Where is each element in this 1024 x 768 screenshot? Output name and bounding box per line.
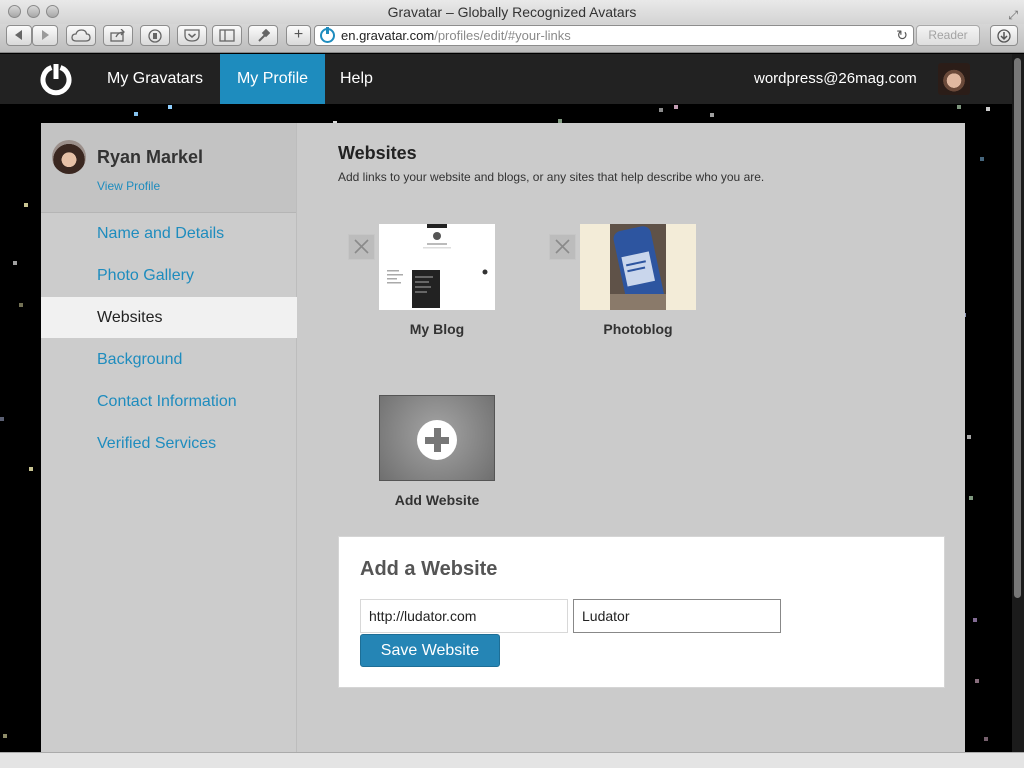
websites-section: Websites Add links to your website and b… [338, 123, 965, 752]
back-arrow-icon [15, 30, 22, 40]
nav-help[interactable]: Help [325, 54, 388, 104]
star-dot [13, 261, 17, 265]
star-dot [969, 496, 973, 500]
star-dot [19, 303, 23, 307]
profile-name: Ryan Markel [97, 147, 204, 167]
browser-toolbar: + en.gravatar.com/profiles/edit/#your-li… [0, 24, 1024, 53]
star-dot [975, 679, 979, 683]
sidebar-header: Ryan Markel View Profile [41, 123, 296, 213]
gravatar-favicon-icon [320, 27, 335, 43]
profile-avatar [52, 140, 86, 174]
remove-website-button[interactable] [348, 234, 375, 260]
sidebar-item-photo-gallery[interactable]: Photo Gallery [41, 255, 297, 296]
remove-website-button[interactable] [549, 234, 576, 260]
section-title: Websites [338, 143, 417, 163]
profile-editor-panel: Ryan Markel View Profile Name and Detail… [41, 123, 965, 752]
close-icon [555, 239, 570, 254]
address-bar[interactable]: en.gravatar.com/profiles/edit/#your-link… [314, 25, 914, 46]
star-dot [984, 737, 988, 741]
website-name-input[interactable] [573, 599, 781, 633]
form-title: Add a Website [360, 558, 498, 580]
user-avatar[interactable] [938, 63, 970, 95]
nav-my-gravatars[interactable]: My Gravatars [92, 54, 218, 104]
sidebar-icon [219, 29, 235, 42]
website-label: Photoblog [603, 321, 673, 337]
nav-my-profile[interactable]: My Profile [220, 54, 325, 104]
add-website-tile[interactable] [379, 395, 495, 481]
page-scrollbar[interactable] [1012, 54, 1024, 752]
window-titlebar: Gravatar – Globally Recognized Avatars ⤢ [0, 0, 1024, 24]
save-website-button[interactable]: Save Website [360, 634, 500, 667]
privacy-button[interactable] [140, 25, 170, 46]
star-dot [3, 734, 7, 738]
section-description: Add links to your website and blogs, or … [338, 170, 765, 184]
reload-icon[interactable]: ↻ [896, 26, 908, 45]
pocket-icon [184, 29, 200, 42]
star-dot [957, 105, 961, 109]
forward-button[interactable] [32, 25, 58, 46]
new-tab-button[interactable]: + [286, 25, 311, 46]
star-dot [967, 435, 971, 439]
site-nav: My Gravatars My Profile Help wordpress@2… [0, 54, 1012, 104]
zoom-window-button[interactable] [46, 5, 59, 18]
back-button[interactable] [6, 25, 32, 46]
website-thumbnail-my-blog[interactable] [379, 224, 495, 310]
reader-button[interactable]: Reader [916, 25, 980, 46]
gravatar-logo-icon[interactable] [39, 62, 73, 96]
reading-list-button[interactable] [212, 25, 242, 46]
url-path: /profiles/edit/#your-links [434, 28, 571, 43]
star-dot [980, 157, 984, 161]
blog-screenshot-image [379, 224, 495, 310]
star-dot [168, 105, 172, 109]
sidebar-item-websites[interactable]: Websites [41, 297, 297, 338]
star-dot [710, 113, 714, 117]
website-thumbnail-photoblog[interactable] [580, 224, 696, 310]
close-window-button[interactable] [8, 5, 21, 18]
forward-arrow-icon [42, 30, 49, 40]
downloads-button[interactable] [990, 25, 1018, 46]
star-dot [24, 203, 28, 207]
account-email[interactable]: wordpress@26mag.com [754, 54, 917, 104]
star-dot [973, 618, 977, 622]
add-website-label: Add Website [394, 492, 480, 508]
plus-icon [417, 420, 457, 460]
share-button[interactable] [103, 25, 133, 46]
scrollbar-thumb[interactable] [1014, 58, 1021, 598]
star-dot [0, 417, 4, 421]
hammer-icon [258, 29, 270, 42]
add-website-form: Add a Website Save Website [338, 536, 945, 688]
download-icon [997, 29, 1011, 43]
star-dot [674, 105, 678, 109]
developer-button[interactable] [248, 25, 278, 46]
website-url-input[interactable] [360, 599, 568, 633]
profile-sidebar: Ryan Markel View Profile Name and Detail… [41, 123, 297, 752]
sidebar-item-name-and-details[interactable]: Name and Details [41, 213, 297, 254]
share-icon [110, 29, 125, 42]
url-host: en.gravatar.com [341, 28, 435, 43]
window-title: Gravatar – Globally Recognized Avatars [387, 4, 637, 20]
cloud-icon [71, 29, 91, 42]
star-dot [29, 467, 33, 471]
star-dot [659, 108, 663, 112]
close-icon [354, 239, 369, 254]
hand-icon [148, 29, 162, 43]
pocket-button[interactable] [177, 25, 207, 46]
website-label: My Blog [409, 321, 465, 337]
sidebar-item-verified-services[interactable]: Verified Services [41, 423, 297, 464]
minimize-window-button[interactable] [27, 5, 40, 18]
view-profile-link[interactable]: View Profile [97, 179, 160, 193]
window-bottom-edge [0, 752, 1024, 768]
photoblog-screenshot-image [580, 224, 696, 310]
sidebar-item-background[interactable]: Background [41, 339, 297, 380]
icloud-tabs-button[interactable] [66, 25, 96, 46]
sidebar-item-contact-information[interactable]: Contact Information [41, 381, 297, 422]
star-dot [986, 107, 990, 111]
star-dot [134, 112, 138, 116]
